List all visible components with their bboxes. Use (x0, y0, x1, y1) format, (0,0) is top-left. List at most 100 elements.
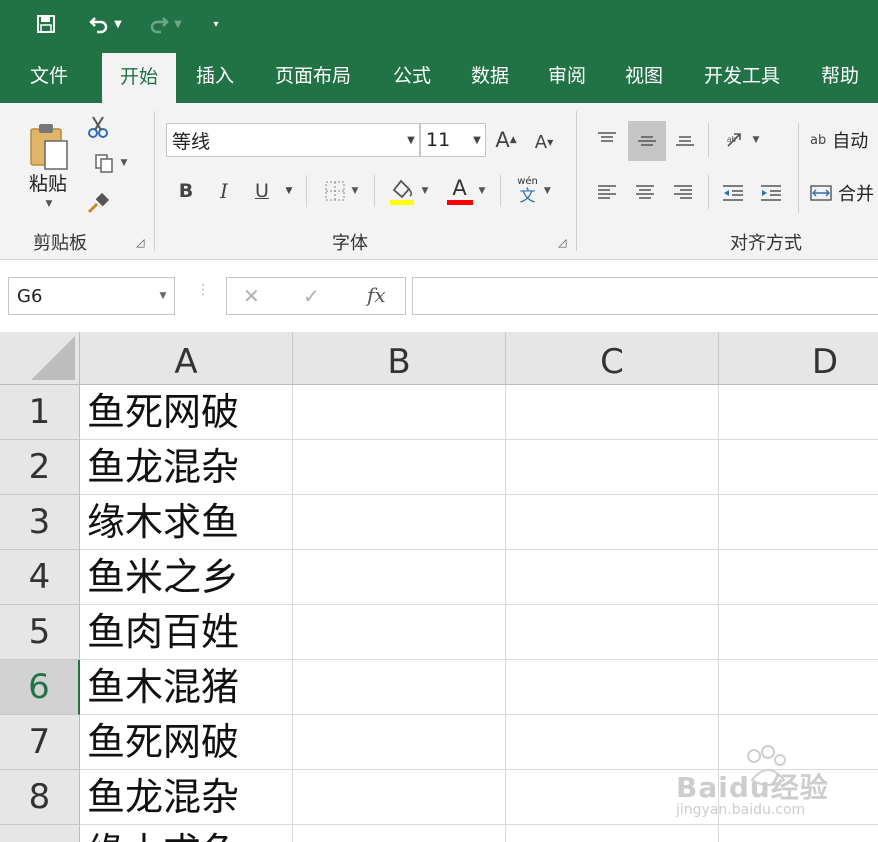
orientation-dropdown-icon[interactable]: ▼ (753, 135, 760, 145)
paste-dropdown-icon[interactable]: ▼ (40, 197, 58, 211)
select-all-button[interactable] (0, 332, 80, 385)
tab-formulas[interactable]: 公式 (382, 50, 442, 103)
cell-a2[interactable]: 鱼龙混杂 (80, 440, 293, 495)
font-size-combo[interactable]: 11 ▼ (420, 123, 486, 157)
cell-b7[interactable] (293, 715, 506, 770)
middle-align-button[interactable] (628, 121, 666, 161)
decrease-indent-button[interactable] (718, 175, 748, 211)
formula-bar-grip-icon[interactable]: ⋮ (196, 283, 210, 306)
tab-review[interactable]: 审阅 (537, 50, 597, 103)
tab-help[interactable]: 帮助 (810, 50, 870, 103)
bold-button[interactable]: B (172, 175, 200, 207)
cell-b4[interactable] (293, 550, 506, 605)
cell-b3[interactable] (293, 495, 506, 550)
cell-c1[interactable] (506, 385, 719, 440)
cell-a4[interactable]: 鱼米之乡 (80, 550, 293, 605)
row-header-7[interactable]: 7 (0, 715, 80, 770)
cell-bpartial[interactable] (293, 825, 506, 842)
font-color-button[interactable]: A ▼ (440, 175, 492, 207)
cell-b5[interactable] (293, 605, 506, 660)
italic-button[interactable]: I (210, 175, 238, 207)
cell-c3[interactable] (506, 495, 719, 550)
fill-color-dropdown-icon[interactable]: ▼ (422, 186, 429, 196)
column-header-a[interactable]: A (80, 332, 293, 385)
paste-label[interactable]: 粘贴 (22, 169, 74, 195)
copy-dropdown-icon[interactable]: ▼ (121, 158, 128, 168)
align-center-button[interactable] (630, 175, 660, 211)
format-painter-button[interactable] (84, 189, 112, 217)
cell-d6[interactable] (719, 660, 878, 715)
top-align-button[interactable] (592, 121, 622, 157)
column-header-c[interactable]: C (506, 332, 719, 385)
tab-data[interactable]: 数据 (460, 50, 520, 103)
cell-d5[interactable] (719, 605, 878, 660)
cell-c4[interactable] (506, 550, 719, 605)
tab-page-layout[interactable]: 页面布局 (264, 50, 362, 103)
cell-a3[interactable]: 缘木求鱼 (80, 495, 293, 550)
save-button[interactable] (30, 9, 62, 39)
shrink-font-button[interactable]: A ▼ (530, 127, 558, 157)
row-header-2[interactable]: 2 (0, 440, 80, 495)
row-header-partial[interactable] (0, 825, 80, 842)
cell-b8[interactable] (293, 770, 506, 825)
enter-button[interactable]: ✓ (303, 284, 320, 308)
undo-button[interactable]: ▼ (80, 9, 130, 39)
cell-c6[interactable] (506, 660, 719, 715)
tab-insert[interactable]: 插入 (184, 50, 246, 103)
cell-d2[interactable] (719, 440, 878, 495)
cell-d3[interactable] (719, 495, 878, 550)
increase-indent-button[interactable] (756, 175, 786, 211)
cell-apartial[interactable]: 缘木求鱼 (80, 825, 293, 842)
borders-dropdown-icon[interactable]: ▼ (352, 186, 359, 196)
tab-developer[interactable]: 开发工具 (692, 50, 792, 103)
font-name-combo[interactable]: 等线 ▼ (166, 123, 420, 157)
row-header-6[interactable]: 6 (0, 660, 80, 715)
tab-file[interactable]: 文件 (16, 50, 82, 103)
row-header-8[interactable]: 8 (0, 770, 80, 825)
cell-b2[interactable] (293, 440, 506, 495)
cell-b1[interactable] (293, 385, 506, 440)
insert-function-button[interactable]: fx (367, 283, 386, 307)
cell-c2[interactable] (506, 440, 719, 495)
clipboard-launcher-icon[interactable]: ◿ (136, 236, 144, 249)
fill-color-button[interactable]: ▼ (382, 175, 434, 207)
cut-button[interactable] (84, 113, 112, 141)
cell-a1[interactable]: 鱼死网破 (80, 385, 293, 440)
font-launcher-icon[interactable]: ◿ (558, 236, 566, 249)
cell-d1[interactable] (719, 385, 878, 440)
merge-center-button[interactable]: 合并 (810, 175, 878, 211)
row-header-1[interactable]: 1 (0, 385, 80, 440)
phonetic-dropdown-icon[interactable]: ▼ (544, 186, 551, 196)
cell-cpartial[interactable] (506, 825, 719, 842)
name-box[interactable]: G6 ▼ (8, 277, 175, 315)
cell-d4[interactable] (719, 550, 878, 605)
borders-button[interactable]: ▼ (316, 175, 366, 207)
bottom-align-button[interactable] (670, 121, 700, 157)
column-header-b[interactable]: B (293, 332, 506, 385)
tab-home[interactable]: 开始 (102, 53, 176, 103)
tab-view[interactable]: 视图 (614, 50, 674, 103)
cell-dpartial[interactable] (719, 825, 878, 842)
column-header-d[interactable]: D (719, 332, 878, 385)
font-color-dropdown-icon[interactable]: ▼ (479, 186, 486, 196)
cancel-button[interactable]: ✕ (243, 284, 260, 308)
redo-dropdown-icon[interactable]: ▼ (174, 19, 182, 30)
copy-button[interactable]: ▼ (84, 149, 136, 177)
font-size-dropdown-icon[interactable]: ▼ (469, 135, 485, 146)
cell-b6[interactable] (293, 660, 506, 715)
customize-qat-icon[interactable]: ▾ (206, 9, 226, 39)
cell-a7[interactable]: 鱼死网破 (80, 715, 293, 770)
row-header-4[interactable]: 4 (0, 550, 80, 605)
undo-dropdown-icon[interactable]: ▼ (114, 19, 122, 30)
cell-a5[interactable]: 鱼肉百姓 (80, 605, 293, 660)
name-box-dropdown-icon[interactable]: ▼ (152, 291, 174, 301)
align-right-button[interactable] (668, 175, 698, 211)
underline-button[interactable]: U (248, 175, 276, 207)
cell-a8[interactable]: 鱼龙混杂 (80, 770, 293, 825)
wrap-text-button[interactable]: ab 自动 (810, 123, 878, 157)
orientation-button[interactable]: ab ▼ (718, 123, 766, 157)
grow-font-button[interactable]: A ▲ (492, 125, 520, 155)
underline-dropdown-icon[interactable]: ▼ (280, 175, 298, 207)
redo-button[interactable]: ▼ (140, 9, 190, 39)
row-header-3[interactable]: 3 (0, 495, 80, 550)
